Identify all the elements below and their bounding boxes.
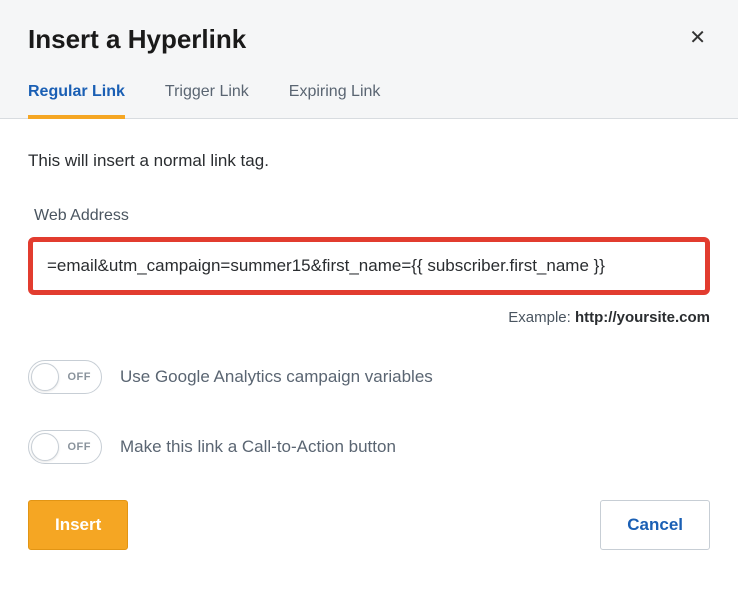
modal-title: Insert a Hyperlink bbox=[28, 24, 246, 55]
header-top-row: Insert a Hyperlink ✕ bbox=[28, 24, 710, 55]
close-icon[interactable]: ✕ bbox=[685, 24, 710, 52]
tab-description: This will insert a normal link tag. bbox=[28, 151, 710, 171]
analytics-toggle[interactable]: OFF bbox=[28, 360, 102, 394]
cancel-button[interactable]: Cancel bbox=[600, 500, 710, 550]
cta-toggle-text: Make this link a Call-to-Action button bbox=[120, 437, 396, 457]
modal-footer: Insert Cancel bbox=[28, 500, 710, 550]
toggle-off-label: OFF bbox=[68, 441, 92, 453]
web-address-highlight-box bbox=[28, 237, 710, 295]
tab-trigger-link[interactable]: Trigger Link bbox=[165, 83, 249, 119]
modal-header: Insert a Hyperlink ✕ Regular Link Trigge… bbox=[0, 0, 738, 119]
web-address-input[interactable] bbox=[39, 250, 699, 282]
cta-toggle-row: OFF Make this link a Call-to-Action butt… bbox=[28, 430, 710, 464]
cta-toggle[interactable]: OFF bbox=[28, 430, 102, 464]
tab-bar: Regular Link Trigger Link Expiring Link bbox=[28, 83, 710, 118]
insert-hyperlink-modal: Insert a Hyperlink ✕ Regular Link Trigge… bbox=[0, 0, 738, 613]
toggle-knob-icon bbox=[31, 363, 59, 391]
web-address-label: Web Address bbox=[34, 207, 710, 225]
toggle-knob-icon bbox=[31, 433, 59, 461]
example-prefix: Example: bbox=[508, 309, 575, 326]
tab-regular-link[interactable]: Regular Link bbox=[28, 83, 125, 119]
example-url: http://yoursite.com bbox=[575, 309, 710, 326]
analytics-toggle-row: OFF Use Google Analytics campaign variab… bbox=[28, 360, 710, 394]
tab-expiring-link[interactable]: Expiring Link bbox=[289, 83, 381, 119]
modal-content: This will insert a normal link tag. Web … bbox=[0, 119, 738, 574]
toggle-off-label: OFF bbox=[68, 371, 92, 383]
insert-button[interactable]: Insert bbox=[28, 500, 128, 550]
analytics-toggle-text: Use Google Analytics campaign variables bbox=[120, 367, 433, 387]
example-text: Example: http://yoursite.com bbox=[28, 309, 710, 326]
